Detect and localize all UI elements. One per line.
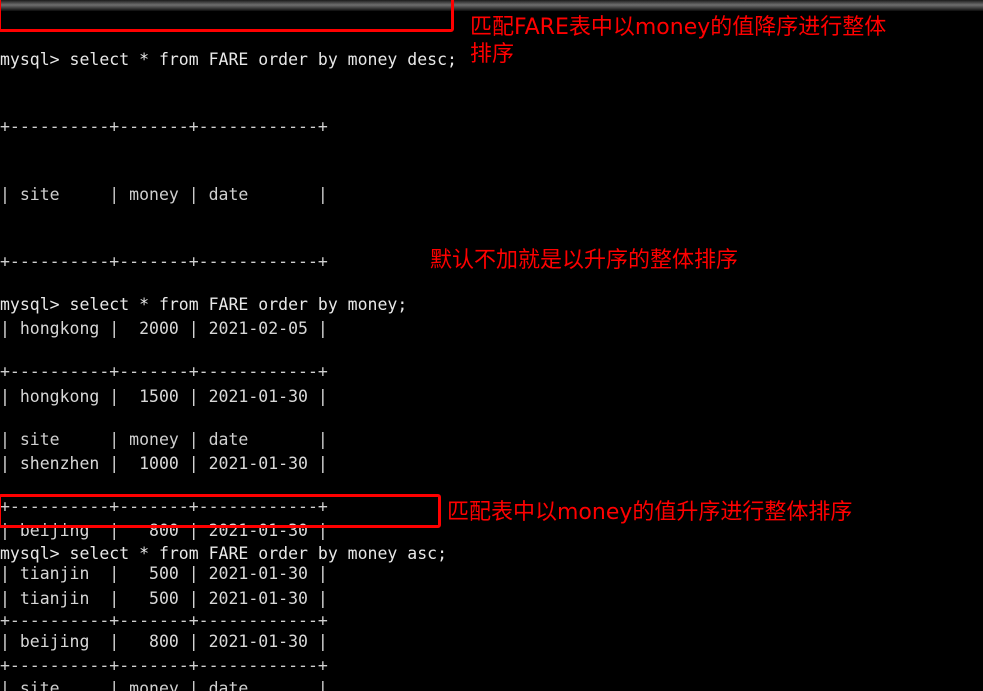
annotation-default: 默认不加就是以升序的整体排序: [430, 248, 739, 273]
annotation-desc: 匹配FARE表中以money的值降序进行整体 排序: [470, 15, 887, 67]
table-header-asc: | site | money | date |: [0, 678, 328, 691]
table-header-default: | site | money | date |: [0, 429, 328, 449]
annotation-asc: 匹配表中以money的值升序进行整体排序: [447, 500, 853, 525]
command-line-default[interactable]: mysql> select * from FARE order by money…: [0, 294, 470, 316]
command-line-desc[interactable]: mysql> select * from FARE order by money…: [0, 49, 470, 71]
terminal-screen: mysql> select * from FARE order by money…: [0, 0, 983, 691]
table-header-desc: | site | money | date |: [0, 184, 328, 204]
table-border-top-asc: +----------+-------+------------+: [0, 611, 328, 631]
command-line-asc[interactable]: mysql> select * from FARE order by money…: [0, 543, 470, 565]
table-border-top-desc: +----------+-------+------------+: [0, 117, 328, 137]
table-border-top-default: +----------+-------+------------+: [0, 362, 328, 382]
terminal-block-asc: mysql> select * from FARE order by money…: [0, 498, 470, 691]
